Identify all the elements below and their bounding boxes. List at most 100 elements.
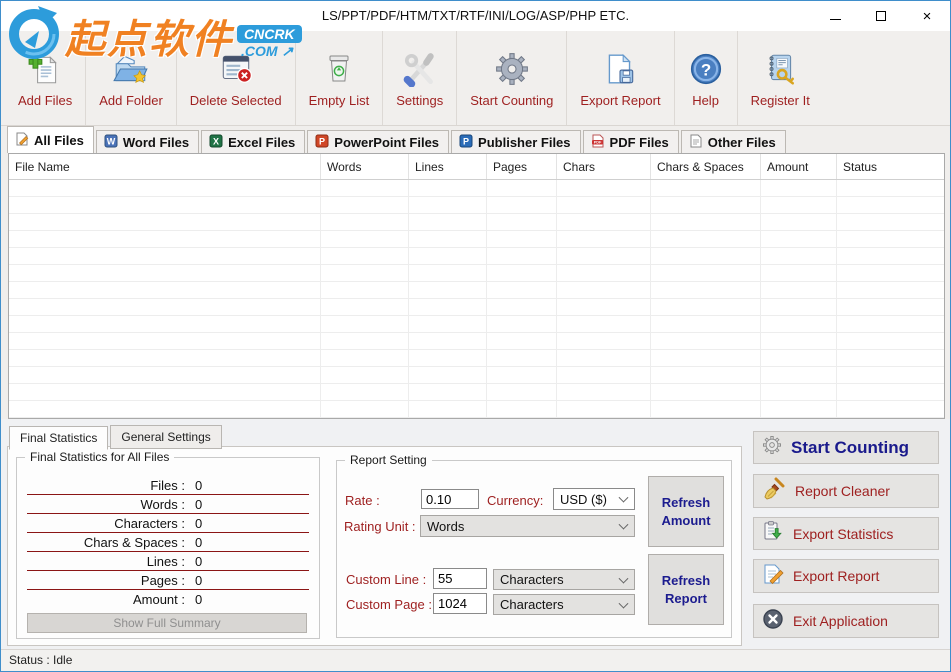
table-cell xyxy=(9,231,321,248)
stat-label: Characters : xyxy=(27,516,185,531)
tab-pdf-files-label: PDF Files xyxy=(610,135,669,150)
empty-list-button[interactable]: Empty List xyxy=(296,31,384,125)
tab-general-settings[interactable]: General Settings xyxy=(110,425,221,449)
column-header-chars[interactable]: Chars xyxy=(557,154,651,179)
tab-powerpoint-files-label: PowerPoint Files xyxy=(334,135,439,150)
report-cleaner-button[interactable]: Report Cleaner xyxy=(753,474,939,508)
custom-page-unit-select[interactable]: Characters xyxy=(493,594,635,615)
export-statistics-button[interactable]: Export Statistics xyxy=(753,517,939,550)
table-cell xyxy=(761,180,837,197)
help-icon: ? xyxy=(688,49,724,89)
table-cell xyxy=(761,248,837,265)
table-cell xyxy=(9,197,321,214)
table-cell xyxy=(837,180,944,197)
tab-pdf-files[interactable]: PDF PDF Files xyxy=(583,130,679,153)
table-cell xyxy=(837,401,944,418)
table-row xyxy=(9,350,944,367)
refresh-report-button[interactable]: Refresh Report xyxy=(648,554,724,625)
stat-label: Amount : xyxy=(27,592,185,607)
table-cell xyxy=(837,367,944,384)
final-statistics-group-title: Final Statistics for All Files xyxy=(25,450,174,464)
table-cell xyxy=(487,180,557,197)
export-statistics-label: Export Statistics xyxy=(793,526,893,542)
table-cell xyxy=(761,282,837,299)
table-cell xyxy=(9,248,321,265)
rate-input[interactable] xyxy=(421,489,479,509)
table-cell xyxy=(487,384,557,401)
app-window: LS/PPT/PDF/HTM/TXT/RTF/INI/LOG/ASP/PHP E… xyxy=(0,0,951,672)
empty-list-icon xyxy=(322,49,356,89)
table-cell xyxy=(651,384,761,401)
table-cell xyxy=(9,384,321,401)
close-button[interactable]: × xyxy=(904,1,950,31)
show-full-summary-button[interactable]: Show Full Summary xyxy=(27,613,307,633)
table-cell xyxy=(557,333,651,350)
refresh-report-line2: Report xyxy=(665,590,707,608)
register-label: Register It xyxy=(751,93,810,108)
rating-unit-select[interactable]: Words xyxy=(420,515,635,537)
custom-line-unit-select[interactable]: Characters xyxy=(493,569,635,590)
tab-publisher-files[interactable]: P Publisher Files xyxy=(451,130,580,153)
chevron-down-icon xyxy=(619,520,629,530)
final-statistics-page: Final Statistics for All Files Files :0 … xyxy=(7,446,742,646)
rating-unit-label: Rating Unit : xyxy=(344,519,416,534)
report-cleaner-label: Report Cleaner xyxy=(795,483,890,499)
column-header-words[interactable]: Words xyxy=(321,154,409,179)
tab-powerpoint-files[interactable]: P PowerPoint Files xyxy=(307,130,449,153)
column-header-file-name[interactable]: File Name xyxy=(9,154,321,179)
table-row xyxy=(9,333,944,350)
word-file-icon: W xyxy=(104,134,118,151)
table-cell xyxy=(321,197,409,214)
tab-excel-files[interactable]: X Excel Files xyxy=(201,130,305,153)
column-header-pages[interactable]: Pages xyxy=(487,154,557,179)
table-cell xyxy=(409,299,487,316)
column-header-amount[interactable]: Amount xyxy=(761,154,837,179)
stat-value: 0 xyxy=(195,554,202,569)
table-cell xyxy=(487,214,557,231)
maximize-button[interactable] xyxy=(858,1,904,31)
table-cell xyxy=(761,333,837,350)
table-cell xyxy=(9,350,321,367)
table-cell xyxy=(557,231,651,248)
help-button[interactable]: ? Help xyxy=(675,31,738,125)
exit-application-label: Exit Application xyxy=(793,613,888,629)
settings-button[interactable]: Settings xyxy=(383,31,457,125)
table-cell xyxy=(761,214,837,231)
table-cell xyxy=(837,231,944,248)
table-cell xyxy=(321,367,409,384)
table-row xyxy=(9,367,944,384)
export-statistics-icon xyxy=(762,520,784,547)
custom-page-input[interactable] xyxy=(433,593,487,614)
export-report-button[interactable]: Export Report xyxy=(753,559,939,593)
chevron-down-icon xyxy=(619,493,629,503)
start-counting-toolbar-button[interactable]: Start Counting xyxy=(457,31,567,125)
settings-icon xyxy=(401,49,439,89)
register-button[interactable]: Register It xyxy=(738,31,823,125)
tab-other-files[interactable]: Other Files xyxy=(681,130,786,153)
tab-word-files[interactable]: W Word Files xyxy=(96,130,199,153)
add-files-label: Add Files xyxy=(18,93,72,108)
chevron-down-icon xyxy=(619,573,629,583)
table-cell xyxy=(651,231,761,248)
minimize-button[interactable] xyxy=(812,1,858,31)
export-report-toolbar-button[interactable]: Export Report xyxy=(567,31,674,125)
table-cell xyxy=(557,282,651,299)
tab-final-statistics[interactable]: Final Statistics xyxy=(9,426,108,450)
status-bar: Status : Idle xyxy=(1,649,950,671)
column-header-lines[interactable]: Lines xyxy=(409,154,487,179)
custom-line-unit-value: Characters xyxy=(500,572,564,587)
currency-select[interactable]: USD ($) xyxy=(553,488,635,510)
table-cell xyxy=(487,316,557,333)
exit-application-button[interactable]: Exit Application xyxy=(753,604,939,638)
table-cell xyxy=(487,401,557,418)
tab-all-files[interactable]: All Files xyxy=(7,126,94,153)
table-row xyxy=(9,265,944,282)
table-cell xyxy=(651,333,761,350)
table-cell xyxy=(409,231,487,248)
table-cell xyxy=(557,401,651,418)
refresh-amount-button[interactable]: Refresh Amount xyxy=(648,476,724,547)
start-counting-button[interactable]: Start Counting xyxy=(753,431,939,464)
column-header-status[interactable]: Status xyxy=(837,154,944,179)
column-header-chars-spaces[interactable]: Chars & Spaces xyxy=(651,154,761,179)
custom-line-input[interactable] xyxy=(433,568,487,589)
